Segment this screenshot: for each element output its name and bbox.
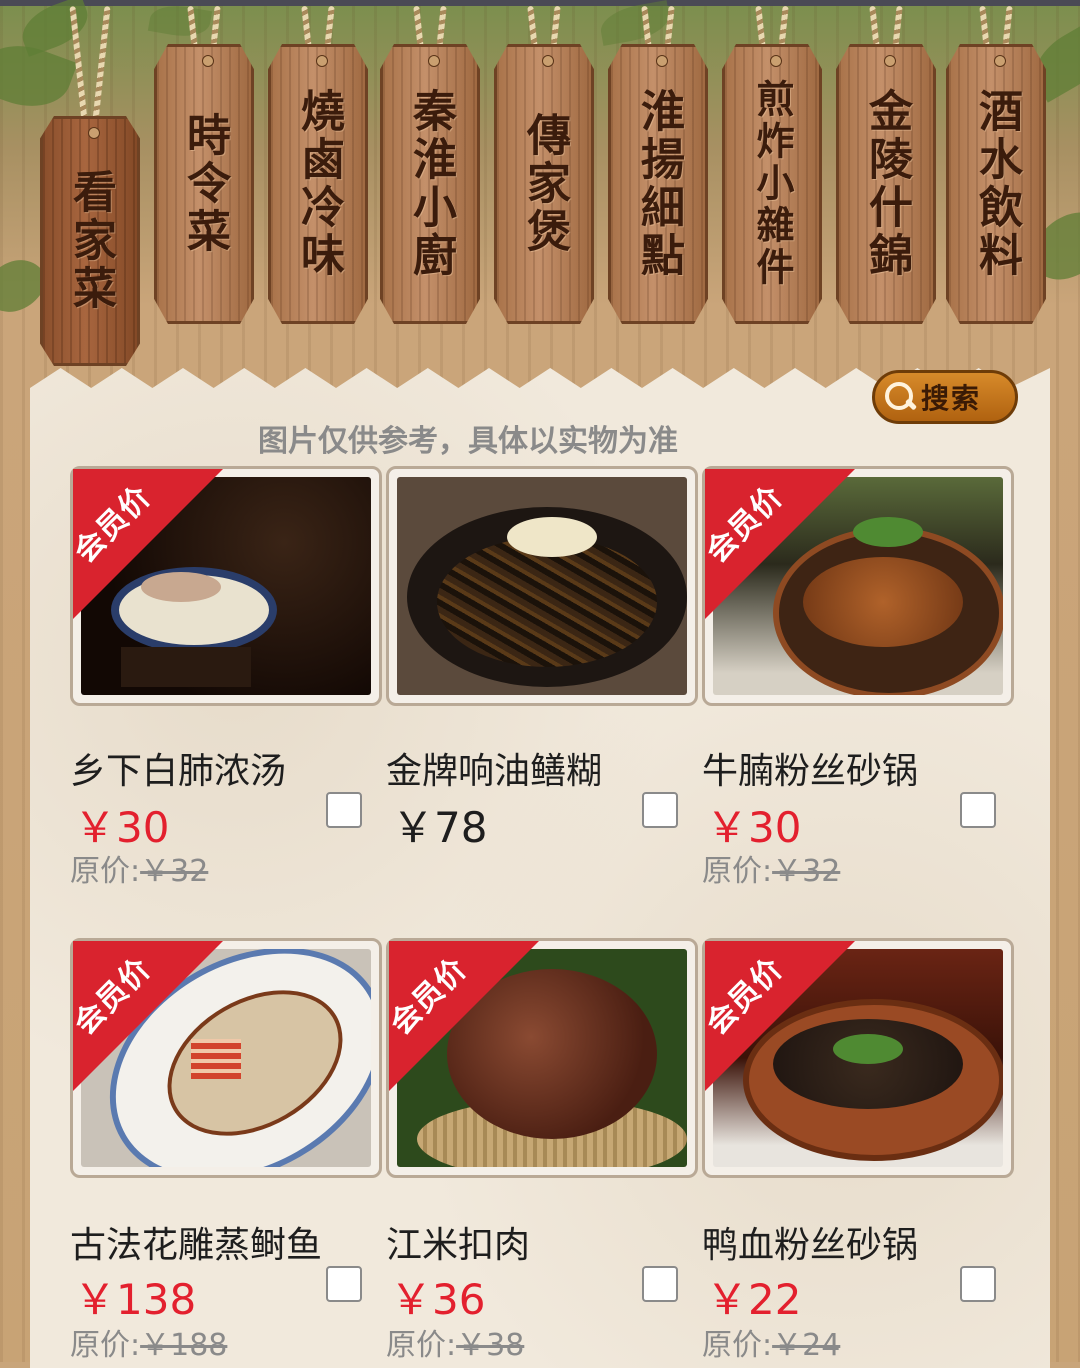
search-label: 搜索 [921, 382, 982, 415]
herb-garnish [853, 517, 923, 547]
search-icon [883, 380, 917, 414]
category-tag-jinling[interactable]: 金陵什錦 [836, 0, 936, 370]
category-tag-board: 淮揚細點 [608, 44, 708, 324]
dish-select-checkbox[interactable] [960, 792, 996, 828]
orig-prefix: 原价: [70, 1328, 141, 1363]
search-button[interactable]: 搜索 [872, 370, 1018, 424]
category-label: 傳家煲 [519, 112, 570, 256]
category-tag-board: 傳家煲 [494, 44, 594, 324]
dish-name: 江米扣肉 [386, 1225, 531, 1266]
category-tag-shilingcai[interactable]: 時令菜 [154, 0, 254, 370]
category-label: 酒水飲料 [971, 88, 1022, 280]
dish-name: 古法花雕蒸鲥鱼 [70, 1225, 323, 1266]
wood-stand [121, 647, 251, 687]
dish-select-checkbox[interactable] [642, 792, 678, 828]
dish-price: ￥36 [390, 1275, 486, 1324]
dish-select-checkbox[interactable] [326, 1266, 362, 1302]
category-tag-huaiyang[interactable]: 淮揚細點 [608, 0, 708, 370]
dish-name: 金牌响油鳝糊 [386, 751, 603, 792]
category-tag-board: 燒鹵冷味 [268, 44, 368, 324]
dish-photo-shanhu[interactable] [386, 466, 698, 706]
dish-original-price: 原价:￥188 [70, 1320, 227, 1364]
category-tag-qinhuai[interactable]: 秦淮小廚 [380, 0, 480, 370]
orig-prefix: 原价: [70, 854, 141, 889]
orig-value: ￥38 [456, 1328, 525, 1363]
category-tag-chuanjiabao[interactable]: 傳家煲 [494, 0, 594, 370]
category-tag-board: 看家菜 [40, 116, 140, 366]
category-label: 燒鹵冷味 [293, 88, 344, 280]
category-tag-jianzha[interactable]: 煎炸小雜件 [722, 0, 822, 370]
dish-name: 鸭血粉丝砂锅 [702, 1225, 919, 1266]
category-tag-board: 金陵什錦 [836, 44, 936, 324]
dish-original-price: 原价:￥32 [702, 846, 840, 890]
dish-select-checkbox[interactable] [960, 1266, 996, 1302]
dish-original-price: 原价:￥38 [386, 1320, 524, 1364]
category-tag-jiushui[interactable]: 酒水飲料 [946, 0, 1046, 370]
dish-original-price: 原价:￥32 [70, 846, 208, 890]
category-label: 看家菜 [65, 169, 116, 313]
dish-price: ￥138 [74, 1275, 197, 1324]
dish-name: 乡下白肺浓汤 [70, 751, 287, 792]
category-tag-board: 酒水飲料 [946, 44, 1046, 324]
category-tag-board: 時令菜 [154, 44, 254, 324]
dish-price: ￥78 [392, 803, 488, 852]
dish-name: 牛腩粉丝砂锅 [702, 751, 919, 792]
dish-select-checkbox[interactable] [326, 792, 362, 828]
dish-select-checkbox[interactable] [642, 1266, 678, 1302]
category-tag-shaolu[interactable]: 燒鹵冷味 [268, 0, 368, 370]
ginger-shreds [507, 517, 597, 557]
orig-value: ￥24 [772, 1328, 841, 1363]
orig-value: ￥188 [140, 1328, 228, 1363]
orig-prefix: 原价: [702, 1328, 773, 1363]
dish-price: ￥22 [706, 1275, 802, 1324]
orig-value: ￥32 [140, 854, 209, 889]
category-label: 時令菜 [179, 112, 230, 256]
category-tag-board: 煎炸小雜件 [722, 44, 822, 324]
category-tag-kanjiacai[interactable]: 看家菜 [40, 0, 140, 370]
category-label: 金陵什錦 [861, 88, 912, 280]
dish-original-price: 原价:￥24 [702, 1320, 840, 1364]
orig-prefix: 原价: [386, 1328, 457, 1363]
orig-value: ￥32 [772, 854, 841, 889]
image-disclaimer: 图片仅供参考，具体以实物为准 [258, 424, 678, 459]
category-label: 煎炸小雜件 [750, 79, 795, 289]
category-tag-board: 秦淮小廚 [380, 44, 480, 324]
orig-prefix: 原价: [702, 854, 773, 889]
category-label: 淮揚細點 [633, 88, 684, 280]
category-label: 秦淮小廚 [405, 88, 456, 280]
